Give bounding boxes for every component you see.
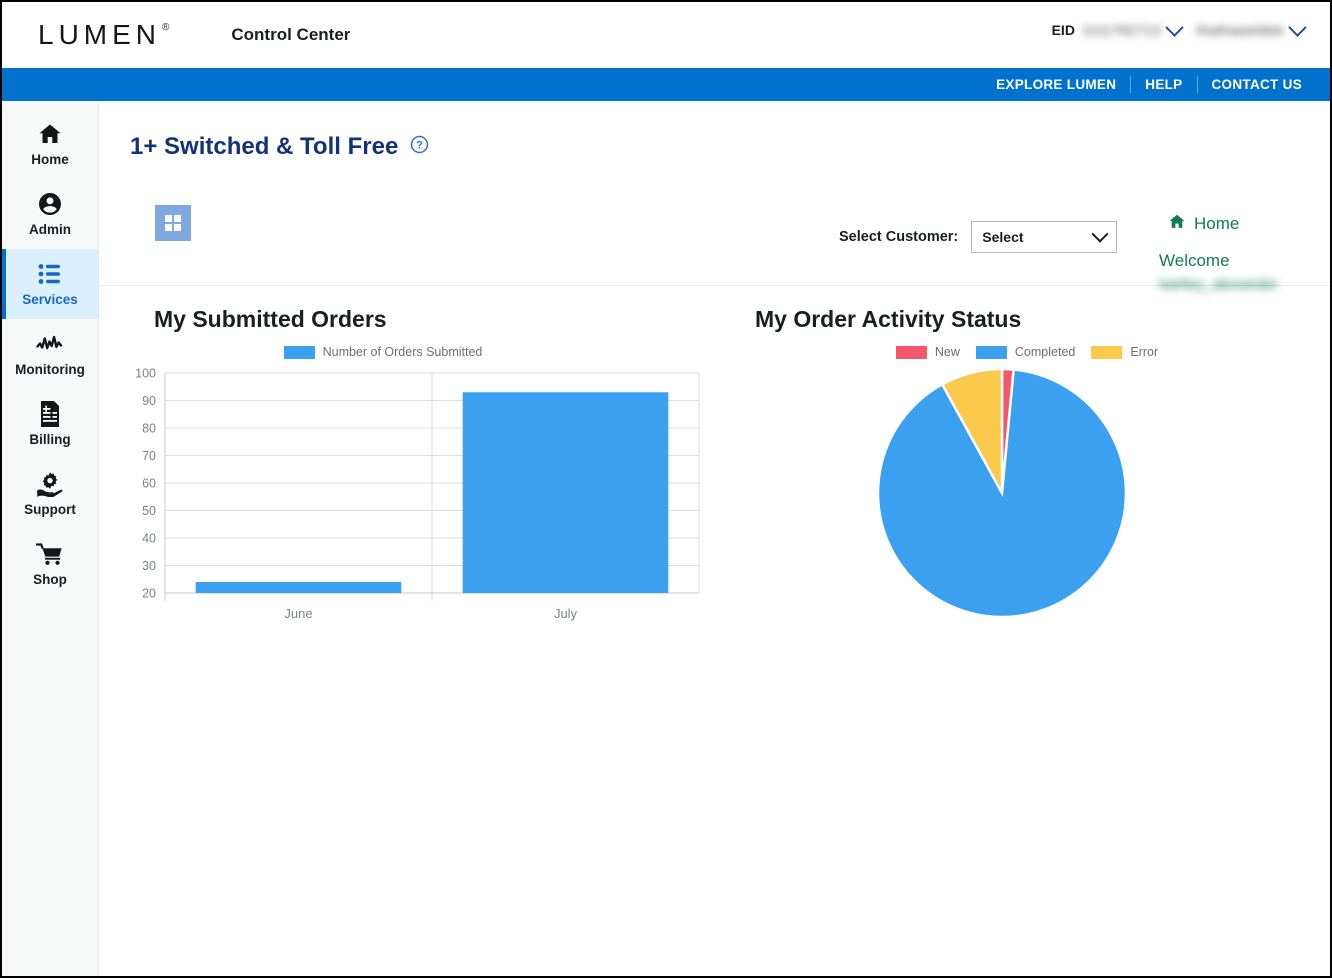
sidebar-item-label: Support [24, 502, 76, 517]
legend-label: Completed [1015, 345, 1075, 359]
legend-item[interactable]: Completed [976, 345, 1075, 359]
nav-explore-lumen[interactable]: EXPLORE LUMEN [982, 77, 1130, 92]
chevron-down-icon [1092, 226, 1109, 243]
home-link-label: Home [1194, 214, 1239, 234]
select-customer-dropdown[interactable]: Select [971, 221, 1117, 253]
y-axis-tick-label: 40 [142, 532, 156, 546]
cart-icon [36, 541, 64, 567]
toolbar-panel: Select Customer: Select Home Welcome bar… [99, 189, 1330, 286]
header-account-area: EID 1111762713 thathaweldek [1052, 22, 1304, 38]
registered-mark: ® [162, 22, 169, 33]
invoice-icon [38, 401, 62, 427]
submitted-orders-chart: My Submitted Orders Number of Orders Sub… [113, 286, 733, 630]
lumen-logo-text: LUMEN [38, 21, 161, 49]
grid-view-icon [165, 215, 181, 231]
order-activity-chart: My Order Activity Status New Completed Err… [714, 286, 1314, 630]
main-content: 1+ Switched & Toll Free ? Select Custo [99, 101, 1330, 976]
grid-cell [174, 215, 181, 222]
legend-label: Number of Orders Submitted [323, 345, 483, 359]
legend-swatch [896, 346, 927, 359]
select-customer-group: Select Customer: Select [839, 221, 1117, 253]
select-customer-value: Select [982, 229, 1023, 245]
grid-view-button[interactable] [155, 205, 191, 241]
legend-item[interactable]: New [896, 345, 960, 359]
sidebar-item-services[interactable]: Services [2, 249, 98, 319]
utility-nav: EXPLORE LUMEN HELP CONTACT US [2, 68, 1330, 101]
y-axis-tick-label: 90 [142, 394, 156, 408]
eid-label: EID [1052, 22, 1075, 38]
sidebar-item-monitoring[interactable]: Monitoring [2, 319, 98, 389]
pie-chart-svg [714, 365, 1214, 625]
chart-legend: Number of Orders Submitted [99, 345, 733, 359]
svg-text:?: ? [416, 140, 423, 152]
eid-selector[interactable]: EID 1111762713 [1052, 22, 1181, 38]
sidebar-item-home[interactable]: Home [2, 109, 98, 179]
user-name: thathaweldek [1197, 22, 1284, 38]
legend-swatch [976, 346, 1007, 359]
y-axis-tick-label: 50 [142, 504, 156, 518]
bar[interactable] [463, 392, 669, 593]
y-axis-tick-label: 100 [135, 367, 156, 381]
sidebar-item-label: Billing [29, 432, 70, 447]
chart-title: My Submitted Orders [154, 306, 733, 333]
top-header: LUMEN ® Control Center EID 1111762713 th… [2, 2, 1330, 68]
list-icon [37, 261, 63, 287]
welcome-text: Welcome [1159, 251, 1278, 271]
bar-plot: 20 30 40 50 60 70 80 90 100 June July [113, 365, 733, 630]
y-axis-tick-label: 70 [142, 449, 156, 463]
sidebar-item-shop[interactable]: Shop [2, 529, 98, 599]
x-axis-tick-label: June [284, 606, 312, 621]
grid-cell [165, 224, 172, 231]
app-title: Control Center [231, 25, 350, 45]
legend-item[interactable]: Error [1091, 345, 1158, 359]
sidebar-nav: Home Admin Services [2, 101, 99, 976]
home-icon [1168, 213, 1186, 235]
page-title-text: 1+ Switched & Toll Free [130, 133, 398, 161]
nav-help[interactable]: HELP [1131, 77, 1196, 92]
y-axis-tick-label: 20 [142, 587, 156, 601]
y-axis-tick-label: 30 [142, 559, 156, 573]
grid-cell [165, 215, 172, 222]
activity-icon [36, 331, 64, 357]
sidebar-item-label: Admin [29, 222, 71, 237]
sidebar-item-label: Services [22, 292, 78, 307]
user-menu[interactable]: thathaweldek [1197, 22, 1304, 38]
help-circle-icon[interactable]: ? [410, 133, 429, 161]
sidebar-item-label: Monitoring [15, 362, 85, 377]
nav-contact-us[interactable]: CONTACT US [1198, 77, 1317, 92]
bar[interactable] [196, 582, 402, 593]
sidebar-item-billing[interactable]: Billing [2, 389, 98, 459]
chevron-down-icon[interactable] [1288, 18, 1306, 36]
page-title: 1+ Switched & Toll Free ? [130, 133, 1330, 161]
lumen-logo[interactable]: LUMEN ® [38, 21, 169, 49]
hand-gear-icon [36, 471, 64, 497]
chart-title: My Order Activity Status [755, 306, 1314, 333]
grid-cell [174, 224, 181, 231]
pie-plot [714, 365, 1314, 630]
sidebar-item-admin[interactable]: Admin [2, 179, 98, 249]
sidebar-item-label: Home [31, 152, 69, 167]
legend-swatch [1091, 346, 1122, 359]
select-customer-label: Select Customer: [839, 229, 958, 245]
y-axis-tick-label: 80 [142, 422, 156, 436]
legend-swatch [284, 346, 315, 359]
y-axis-tick-label: 60 [142, 477, 156, 491]
chevron-down-icon[interactable] [1165, 18, 1183, 36]
chart-legend: New Completed Error [740, 345, 1314, 359]
eid-value: 1111762713 [1082, 22, 1161, 38]
bar-chart-svg: 20 30 40 50 60 70 80 90 100 June July [113, 365, 713, 625]
x-axis-tick-label: July [554, 606, 578, 621]
home-link[interactable]: Home [1168, 213, 1278, 235]
legend-label: Error [1130, 345, 1158, 359]
sidebar-item-support[interactable]: Support [2, 459, 98, 529]
legend-label: New [935, 345, 960, 359]
user-circle-icon [37, 191, 63, 217]
control-center-page: LUMEN ® Control Center EID 1111762713 th… [0, 0, 1332, 978]
welcome-block: Home Welcome bartley_alexander [1159, 213, 1278, 293]
sidebar-item-label: Shop [33, 572, 67, 587]
home-icon [37, 121, 63, 147]
legend-item[interactable]: Number of Orders Submitted [284, 345, 483, 359]
